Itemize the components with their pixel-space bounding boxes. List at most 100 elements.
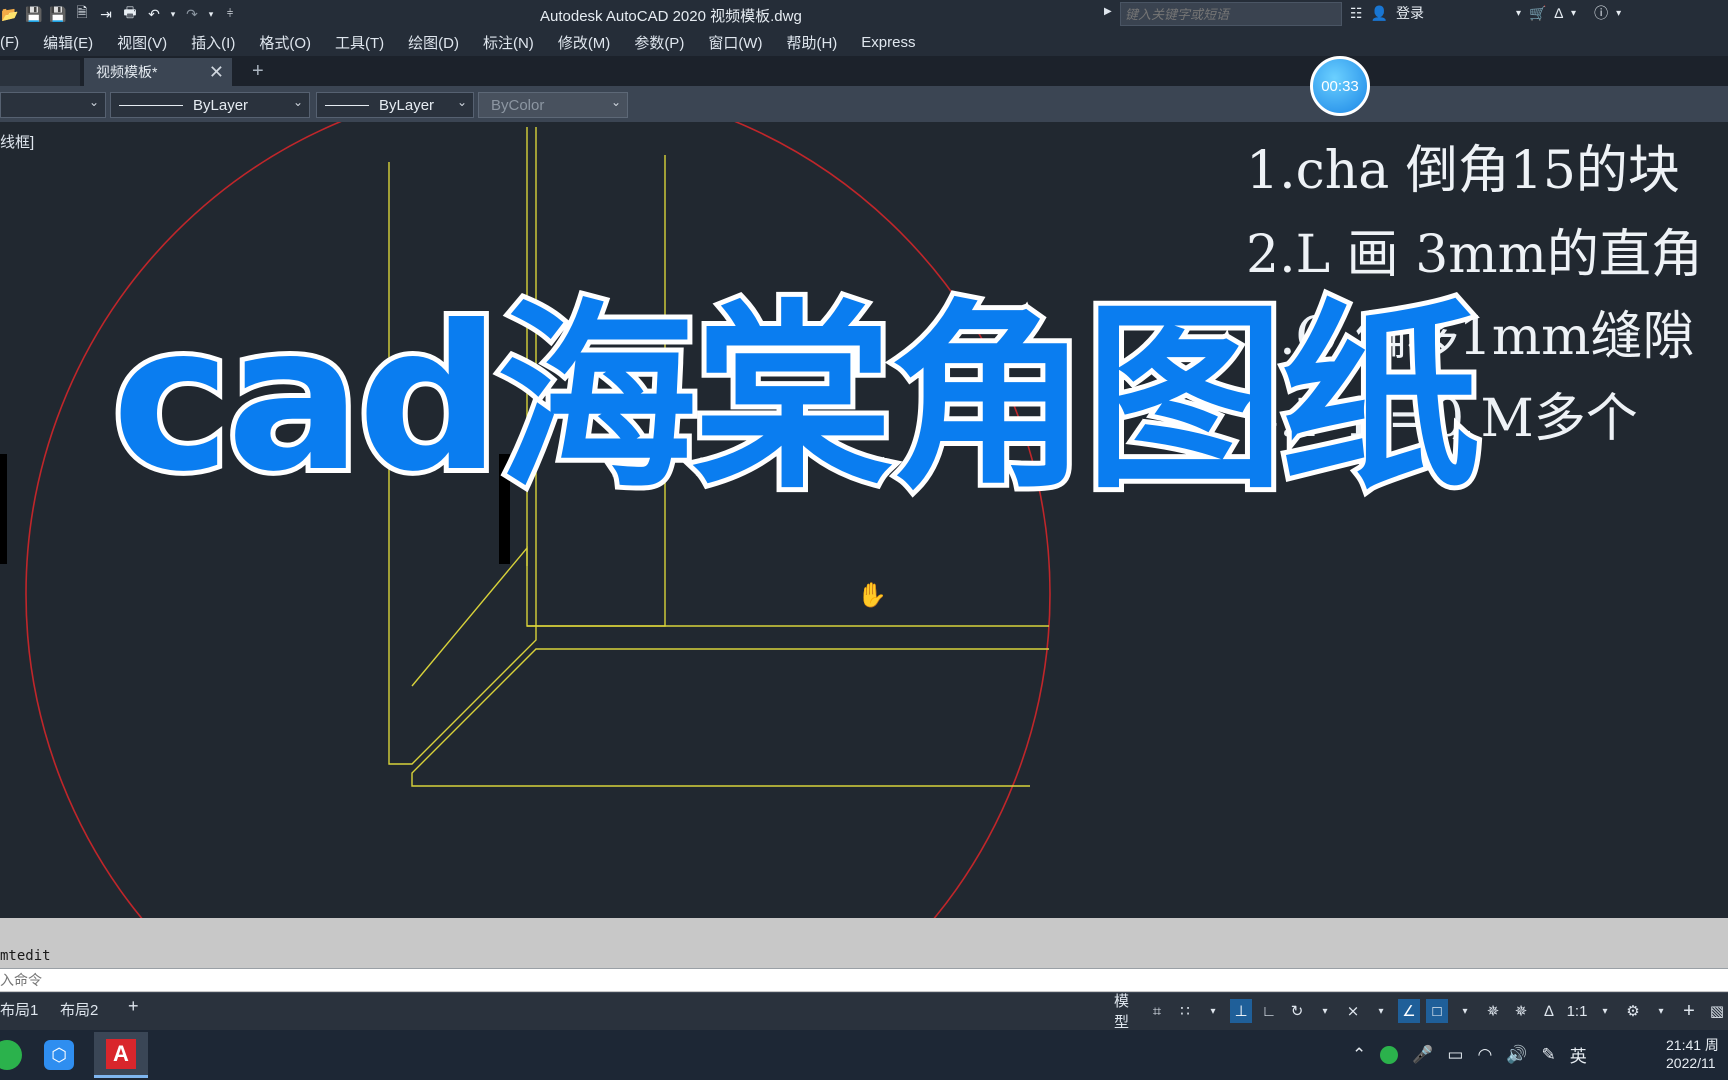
save-icon[interactable]: 💾 [24, 4, 44, 24]
quick-access-toolbar: 📂 💾 💾 🗎 ⇥ 🖶 ↶ ▾ ↷ ▾ ⫩ [0, 3, 244, 25]
taskbar-autocad[interactable]: A [94, 1032, 148, 1078]
infer-constraints-icon[interactable]: ⊥ [1230, 999, 1252, 1023]
command-input[interactable] [0, 969, 602, 991]
undo-dropdown-icon[interactable]: ▾ [168, 4, 178, 24]
search-box[interactable] [1120, 2, 1342, 26]
menu-insert[interactable]: 插入(I) [191, 32, 235, 53]
menu-tools[interactable]: 工具(T) [335, 32, 384, 53]
a360-icon[interactable]: ∆ [1554, 5, 1563, 21]
windows-taskbar: ⬡ A ⌃ 🎤 ▭ ◠ 🔊 ✎ 英 21:41 周 2022/11 [0, 1030, 1728, 1080]
redo-dropdown-icon[interactable]: ▾ [206, 4, 216, 24]
clock-time: 21:41 周 [1666, 1037, 1719, 1053]
tab-document[interactable]: 视频模板* ✕ [84, 58, 232, 86]
save-as-icon[interactable]: 💾 [48, 4, 68, 24]
color-dropdown[interactable]: ⌄ [0, 92, 106, 118]
polar-icon[interactable]: ↻ [1286, 999, 1308, 1023]
publish-icon[interactable]: 🗎 [72, 4, 92, 24]
chevron-down-icon: ⌄ [88, 95, 99, 109]
menu-express[interactable]: Express [861, 34, 915, 51]
chevron-down-icon: ⌄ [456, 95, 467, 109]
expand-arrow-icon[interactable]: ▶ [1104, 6, 1112, 17]
note-1: 1.cha 倒角15的块 [1246, 141, 1680, 201]
status-bar: 布局1 布局2 + 模型 ⌗ ∷ ▾ ⊥ ∟ ↻ ▾ ⨯ ▾ ∠ □ ▾ ✵ ✵… [0, 992, 1728, 1031]
annotation-visibility-icon[interactable]: ✵ [1482, 999, 1504, 1023]
ortho-icon[interactable]: ∟ [1258, 999, 1280, 1023]
help-dropdown-icon[interactable]: ▾ [1616, 8, 1621, 19]
wechat-icon[interactable] [1380, 1045, 1399, 1064]
workspace-dropdown-icon[interactable]: ▾ [1650, 999, 1672, 1023]
tab-layout1[interactable]: 布局1 [0, 999, 38, 1020]
menu-window[interactable]: 窗口(W) [708, 32, 762, 53]
autocad-icon: A [106, 1038, 136, 1069]
microphone-icon[interactable]: 🎤 [1412, 1045, 1433, 1065]
snap-dropdown-icon[interactable]: ▾ [1202, 999, 1224, 1023]
line-sample [325, 104, 369, 106]
grid-icon[interactable]: ⌗ [1146, 999, 1168, 1023]
isolate-objects-icon[interactable]: ▧ [1706, 999, 1728, 1023]
login-dropdown-icon[interactable]: ▾ [1516, 8, 1521, 19]
plotstyle-value: ByColor [491, 96, 545, 114]
model-space-button[interactable]: 模型 [1114, 993, 1140, 1031]
volume-icon[interactable]: 🔊 [1506, 1045, 1527, 1065]
snap-icon[interactable]: ∷ [1174, 999, 1196, 1023]
menu-view[interactable]: 视图(V) [117, 32, 167, 53]
auto-scale-icon[interactable]: ✵ [1510, 999, 1532, 1023]
add-tab-icon[interactable]: + [252, 60, 264, 83]
taskbar-shield-app[interactable]: ⬡ [32, 1032, 86, 1078]
cart-icon[interactable]: 🛒 [1529, 5, 1546, 22]
open-icon[interactable]: 📂 [0, 4, 20, 24]
plot-icon[interactable]: 🖶 [120, 4, 140, 24]
lineweight-dropdown[interactable]: ByLayer ⌄ [316, 92, 474, 118]
export-icon[interactable]: ⇥ [96, 4, 116, 24]
taskbar-browser[interactable] [0, 1032, 34, 1078]
viewport-controls-label[interactable]: 线框] [0, 131, 34, 152]
grip-left [0, 454, 7, 564]
menu-format[interactable]: 格式(O) [259, 32, 311, 53]
isodraft-dropdown-icon[interactable]: ▾ [1370, 999, 1392, 1023]
tab-start[interactable] [0, 60, 80, 86]
a360-dropdown-icon[interactable]: ▾ [1571, 8, 1576, 19]
input-language[interactable]: 英 [1570, 1042, 1587, 1067]
tab-layout2[interactable]: 布局2 [60, 999, 98, 1020]
chevron-up-icon[interactable]: ⌃ [1352, 1045, 1366, 1065]
add-layout-icon[interactable]: + [128, 996, 139, 1017]
pen-icon[interactable]: ✎ [1542, 1045, 1556, 1065]
menu-modify[interactable]: 修改(M) [558, 32, 611, 53]
menu-help[interactable]: 帮助(H) [786, 32, 837, 53]
undo-icon[interactable]: ↶ [144, 4, 164, 24]
annotation-scale-icon[interactable]: ∆ [1538, 999, 1560, 1023]
shield-icon: ⬡ [44, 1040, 74, 1070]
binoculars-icon[interactable]: ☷ [1350, 5, 1363, 22]
menu-draw[interactable]: 绘图(D) [408, 32, 459, 53]
isodraft-icon[interactable]: ⨯ [1342, 999, 1364, 1023]
menu-dimension[interactable]: 标注(N) [483, 32, 534, 53]
workspace-gear-icon[interactable]: ⚙ [1622, 999, 1644, 1023]
user-icon[interactable]: 👤 [1371, 5, 1388, 22]
recording-timer[interactable]: 00:33 [1310, 56, 1370, 116]
object-snap-tracking-icon[interactable]: ∠ [1398, 999, 1420, 1023]
customize-qat-icon[interactable]: ⫩ [220, 4, 240, 24]
osnap-dropdown-icon[interactable]: ▾ [1454, 999, 1476, 1023]
help-icon[interactable]: ⓘ [1594, 3, 1608, 23]
menu-file[interactable]: (F) [0, 34, 19, 51]
battery-icon[interactable]: ▭ [1447, 1045, 1463, 1065]
login-button[interactable]: 登录 [1396, 3, 1424, 23]
object-snap-icon[interactable]: □ [1426, 999, 1448, 1023]
scale-dropdown-icon[interactable]: ▾ [1594, 999, 1616, 1023]
pan-hand-icon: ✋ [857, 581, 887, 609]
command-window: mtedit [0, 918, 1728, 992]
menu-parametric[interactable]: 参数(P) [634, 32, 684, 53]
menu-edit[interactable]: 编辑(E) [43, 32, 93, 53]
close-icon[interactable]: ✕ [209, 62, 224, 83]
redo-icon[interactable]: ↷ [182, 4, 202, 24]
taskbar-clock[interactable]: 21:41 周 2022/11 [1666, 1036, 1719, 1072]
note-2: 2.L 画 3mm的直角 [1246, 225, 1703, 285]
clock-date: 2022/11 [1666, 1055, 1716, 1071]
linetype-dropdown[interactable]: ByLayer ⌄ [110, 92, 310, 118]
annotation-scale-value[interactable]: 1:1 [1566, 999, 1588, 1023]
crosshair-plus-icon[interactable]: + [1678, 999, 1700, 1023]
polar-dropdown-icon[interactable]: ▾ [1314, 999, 1336, 1023]
command-line[interactable] [0, 968, 1728, 991]
wifi-icon[interactable]: ◠ [1477, 1045, 1492, 1065]
search-input[interactable] [1121, 3, 1337, 25]
